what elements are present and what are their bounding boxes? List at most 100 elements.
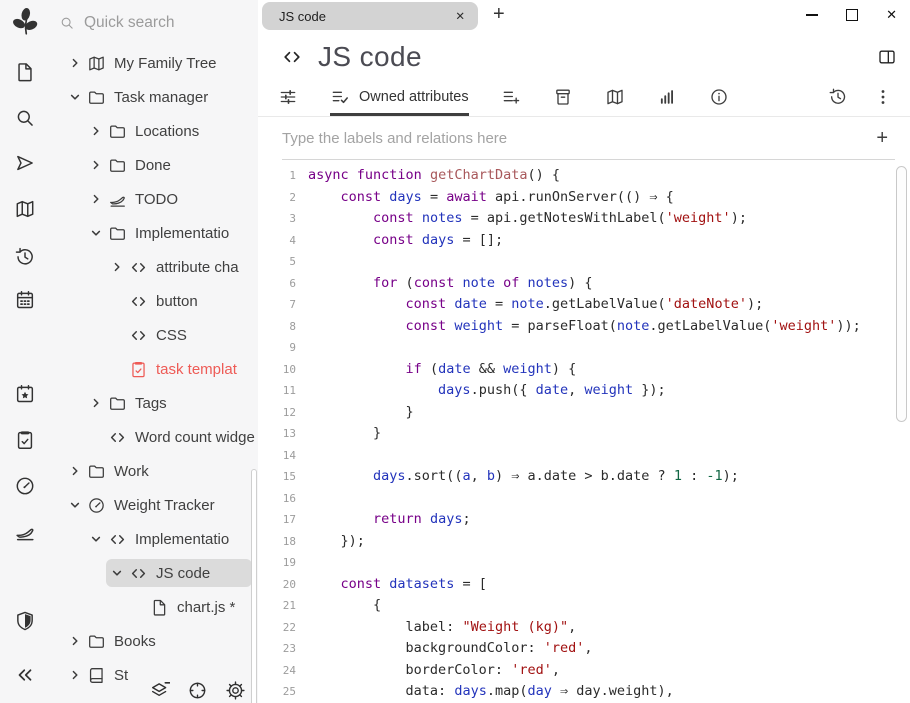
tree-scrollbar[interactable]: [251, 469, 257, 703]
code-text: }: [308, 423, 381, 445]
chevron-right-icon[interactable]: [110, 260, 124, 274]
code-line-11[interactable]: 11 days.push({ date, weight });: [258, 380, 910, 402]
jump-to-button[interactable]: [0, 152, 50, 174]
ribbon-tab-more-menu[interactable]: [873, 87, 893, 116]
editor-scrollbar[interactable]: [896, 166, 907, 422]
code-line-23[interactable]: 23 backgroundColor: 'red',: [258, 638, 910, 660]
task-manager-button[interactable]: [0, 429, 50, 451]
code-line-17[interactable]: 17 return days;: [258, 509, 910, 531]
ribbon-tab-owned-attributes[interactable]: Owned attributes: [330, 87, 469, 116]
tree-item-js-code[interactable]: JS code: [50, 556, 258, 590]
code-line-22[interactable]: 22 label: "Weight (kg)",: [258, 617, 910, 639]
code-line-3[interactable]: 3 const notes = api.getNotesWithLabel('w…: [258, 208, 910, 230]
today-button[interactable]: [0, 383, 50, 405]
code-line-12[interactable]: 12 }: [258, 402, 910, 424]
ribbon-tab-note-paths[interactable]: [553, 87, 573, 116]
new-tab-button[interactable]: +: [493, 3, 505, 26]
code-line-21[interactable]: 21 {: [258, 595, 910, 617]
line-number: 22: [258, 617, 296, 639]
ribbon-tab-add-attributes[interactable]: [501, 87, 521, 116]
code-line-16[interactable]: 16: [258, 488, 910, 510]
chevron-right-icon[interactable]: [89, 192, 103, 206]
tree-item-word-count-widge[interactable]: Word count widge: [50, 420, 258, 454]
tab-close-icon[interactable]: ✕: [455, 9, 465, 23]
ribbon-tab-note-map[interactable]: [605, 87, 625, 116]
chevron-right-icon[interactable]: [89, 124, 103, 138]
chevron-down-icon[interactable]: [68, 498, 82, 512]
tree-item-attribute-cha[interactable]: attribute cha: [50, 250, 258, 284]
code-line-2[interactable]: 2 const days = await api.runOnServer(() …: [258, 187, 910, 209]
tree-item-task-manager[interactable]: Task manager: [50, 80, 258, 114]
tree-item-locations[interactable]: Locations: [50, 114, 258, 148]
calendar-button[interactable]: [0, 289, 50, 311]
tree-item-work[interactable]: Work: [50, 454, 258, 488]
ribbon-tab-basic-properties[interactable]: [278, 87, 298, 116]
tree-item-todo[interactable]: TODO: [50, 182, 258, 216]
tree-item-weight-tracker[interactable]: Weight Tracker: [50, 488, 258, 522]
tree-item-my-family-tree[interactable]: My Family Tree: [50, 46, 258, 80]
ribbon-tab-note-info[interactable]: [709, 87, 729, 116]
attribute-input[interactable]: Type the labels and relations here: [282, 130, 876, 147]
tree-item-tags[interactable]: Tags: [50, 386, 258, 420]
note-map-button[interactable]: [0, 198, 50, 220]
code-line-24[interactable]: 24 borderColor: 'red',: [258, 660, 910, 682]
globe-icon[interactable]: [187, 680, 208, 701]
ribbon-tab-similar-notes[interactable]: [657, 87, 677, 116]
code-line-6[interactable]: 6 for (const note of notes) {: [258, 273, 910, 295]
code-line-15[interactable]: 15 days.sort((a, b) ⇒ a.date > b.date ? …: [258, 466, 910, 488]
recent-changes-button[interactable]: [0, 246, 50, 268]
code-line-9[interactable]: 9: [258, 337, 910, 359]
tree-item-done[interactable]: Done: [50, 148, 258, 182]
code-line-10[interactable]: 10 if (date && weight) {: [258, 359, 910, 381]
tree-item-task-templat[interactable]: task templat: [50, 352, 258, 386]
code-text: days.sort((a, b) ⇒ a.date > b.date ? 1 :…: [308, 466, 739, 488]
tree-item-button[interactable]: button: [50, 284, 258, 318]
collapse-tree-button[interactable]: [0, 664, 50, 686]
tab-js-code[interactable]: JS code ✕: [262, 2, 478, 30]
code-line-14[interactable]: 14: [258, 445, 910, 467]
layers-icon[interactable]: [149, 680, 170, 701]
tree-item-implementatio[interactable]: Implementatio: [50, 522, 258, 556]
chevron-down-icon[interactable]: [89, 226, 103, 240]
tree-item-books[interactable]: Books: [50, 624, 258, 658]
settings-icon[interactable]: [225, 680, 246, 701]
code-line-18[interactable]: 18 });: [258, 531, 910, 553]
code-line-7[interactable]: 7 const date = note.getLabelValue('dateN…: [258, 294, 910, 316]
chevron-right-icon[interactable]: [68, 634, 82, 648]
split-pane-icon[interactable]: [877, 47, 897, 67]
todo-button[interactable]: [0, 521, 50, 543]
tree-item-chart-js[interactable]: chart.js *: [50, 590, 258, 624]
tree-item-implementatio[interactable]: Implementatio: [50, 216, 258, 250]
tree-item-css[interactable]: CSS: [50, 318, 258, 352]
chevron-down-icon[interactable]: [110, 566, 124, 580]
weight-tracker-button[interactable]: [0, 475, 50, 497]
search-button[interactable]: [0, 107, 50, 129]
chevron-placeholder: [89, 430, 103, 444]
code-line-8[interactable]: 8 const weight = parseFloat(note.getLabe…: [258, 316, 910, 338]
chevron-right-icon[interactable]: [68, 464, 82, 478]
maximize-icon[interactable]: [846, 9, 858, 21]
ribbon-tab-revisions[interactable]: [828, 87, 848, 116]
code-line-13[interactable]: 13 }: [258, 423, 910, 445]
chevron-down-icon[interactable]: [68, 90, 82, 104]
code-editor[interactable]: 1async function getChartData() {2 const …: [258, 160, 910, 703]
code-line-1[interactable]: 1async function getChartData() {: [258, 165, 910, 187]
code-line-4[interactable]: 4 const days = [];: [258, 230, 910, 252]
protected-session-button[interactable]: [0, 610, 50, 632]
quick-search-input[interactable]: Quick search: [50, 0, 258, 46]
add-attribute-button[interactable]: +: [876, 127, 895, 150]
chevron-right-icon[interactable]: [89, 396, 103, 410]
chevron-right-icon[interactable]: [68, 668, 82, 682]
chevron-right-icon[interactable]: [68, 56, 82, 70]
note-title[interactable]: JS code: [318, 41, 877, 73]
launcher-bar: [0, 0, 50, 703]
new-note-button[interactable]: [0, 61, 50, 83]
code-line-20[interactable]: 20 const datasets = [: [258, 574, 910, 596]
chevron-right-icon[interactable]: [89, 158, 103, 172]
close-icon[interactable]: ✕: [886, 9, 897, 22]
code-line-5[interactable]: 5: [258, 251, 910, 273]
code-line-25[interactable]: 25 data: days.map(day ⇒ day.weight),: [258, 681, 910, 703]
code-line-19[interactable]: 19: [258, 552, 910, 574]
chevron-down-icon[interactable]: [89, 532, 103, 546]
minimize-icon[interactable]: [806, 14, 818, 16]
